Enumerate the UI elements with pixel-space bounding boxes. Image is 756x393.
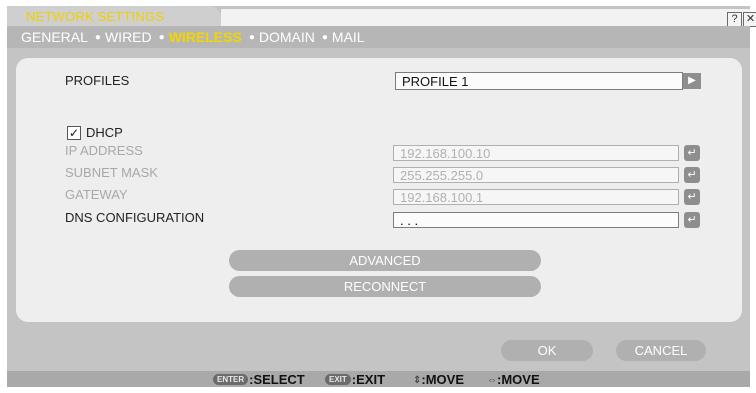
- settings-panel: PROFILES PROFILE 1 ▶ ✓ DHCP IP ADDRESS 1…: [16, 58, 742, 322]
- enter-icon[interactable]: ↵: [684, 189, 700, 205]
- tab-separator-icon: ●: [94, 32, 101, 43]
- enter-icon[interactable]: ↵: [684, 212, 700, 228]
- advanced-button[interactable]: ADVANCED: [229, 250, 541, 271]
- dns-configuration-label: DNS CONFIGURATION: [65, 210, 205, 225]
- hint-move-vertical-label: :MOVE: [421, 372, 465, 387]
- footer-hints: ENTER:SELECT EXIT:EXIT ⇕:MOVE ⇔:MOVE: [7, 371, 750, 387]
- left-right-arrow-icon: ⇔: [487, 375, 497, 386]
- title-tab: NETWORK SETTINGS: [7, 6, 221, 26]
- tab-domain[interactable]: DOMAIN: [259, 29, 315, 45]
- reconnect-button[interactable]: RECONNECT: [229, 276, 541, 297]
- dns-configuration-field[interactable]: . . .: [393, 212, 679, 228]
- hint-move-vertical: ⇕:MOVE: [413, 372, 464, 387]
- tab-general[interactable]: GENERAL: [21, 29, 88, 45]
- tab-separator-icon: ●: [248, 32, 255, 43]
- checkmark-icon: ✓: [68, 126, 80, 140]
- tab-separator-icon: ●: [158, 32, 165, 43]
- enter-key-icon: ENTER: [213, 374, 249, 385]
- profile-value: PROFILE 1: [402, 74, 469, 89]
- dhcp-checkbox[interactable]: ✓: [67, 126, 81, 140]
- close-button[interactable]: ✕: [743, 12, 756, 27]
- ip-address-field[interactable]: 192.168.100.10: [393, 145, 679, 161]
- tab-mail[interactable]: MAIL: [332, 29, 365, 45]
- hint-exit-label: :EXIT: [351, 372, 386, 387]
- network-settings-window: NETWORK SETTINGS ? ✕ GENERAL ● WIRED ● WIREL…: [7, 6, 756, 387]
- tab-separator-icon: ●: [321, 32, 328, 43]
- hint-move-horizontal-label: :MOVE: [497, 372, 540, 387]
- tab-bar: GENERAL ● WIRED ● WIRELESS ● DOMAIN ● MAIL: [7, 26, 750, 48]
- tab-wired[interactable]: WIRED: [105, 29, 152, 45]
- subnet-mask-label: SUBNET MASK: [65, 165, 158, 180]
- title-strip: ? ✕: [221, 9, 756, 27]
- exit-key-icon: EXIT: [325, 374, 351, 385]
- play-arrow-icon[interactable]: ▶: [683, 73, 701, 89]
- dhcp-label: DHCP: [86, 125, 123, 140]
- ip-address-label: IP ADDRESS: [65, 143, 143, 158]
- gateway-label: GATEWAY: [65, 187, 128, 202]
- tab-wireless[interactable]: WIRELESS: [169, 29, 242, 45]
- enter-icon[interactable]: ↵: [684, 167, 700, 183]
- ok-button[interactable]: OK: [501, 340, 593, 361]
- enter-icon[interactable]: ↵: [684, 145, 700, 161]
- gateway-field[interactable]: 192.168.100.1: [393, 189, 679, 205]
- hint-exit: EXIT:EXIT: [325, 372, 385, 387]
- profiles-label: PROFILES: [65, 73, 130, 88]
- window-title: NETWORK SETTINGS: [26, 9, 165, 24]
- help-button[interactable]: ?: [727, 12, 742, 27]
- profile-selector[interactable]: PROFILE 1: [395, 72, 683, 90]
- hint-select-label: :SELECT: [249, 372, 305, 387]
- cancel-button[interactable]: CANCEL: [616, 340, 706, 361]
- subnet-mask-field[interactable]: 255.255.255.0: [393, 167, 679, 183]
- hint-select: ENTER:SELECT: [213, 372, 305, 387]
- hint-move-horizontal: ⇔:MOVE: [487, 372, 540, 387]
